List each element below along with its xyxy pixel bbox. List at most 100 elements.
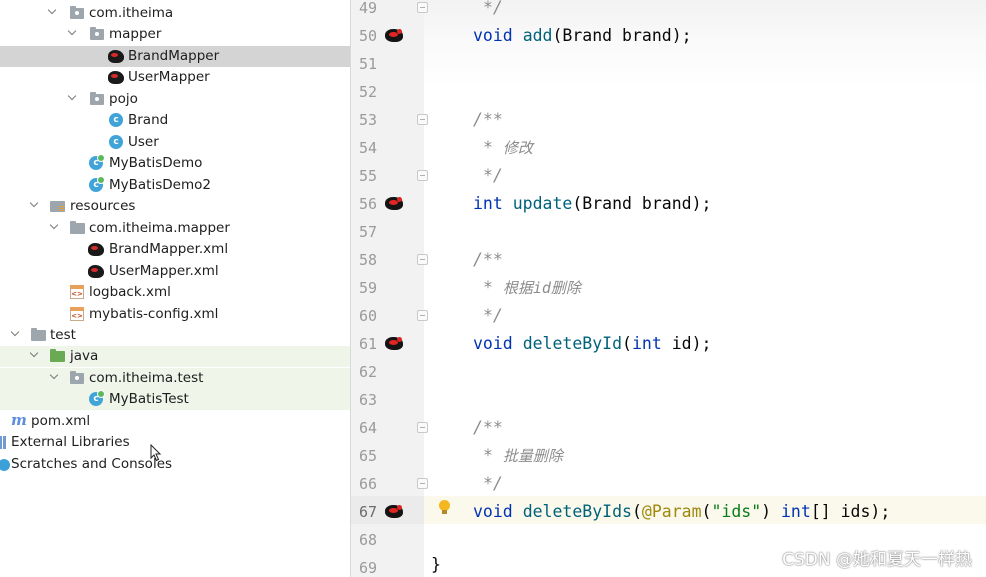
- fold-marker-icon[interactable]: [417, 114, 428, 125]
- lightbulb-icon[interactable]: [439, 500, 450, 515]
- tree-item-mybatisdemo[interactable]: c MyBatisDemo: [0, 153, 350, 174]
- fold-marker-icon[interactable]: [417, 2, 428, 13]
- tree-item-label: Brand: [128, 112, 169, 128]
- tree-item-mybatis-config-xml[interactable]: mybatis-config.xml: [0, 304, 350, 325]
- tree-item-label: MyBatisTest: [109, 391, 189, 407]
- chevron-down-icon[interactable]: [49, 371, 61, 383]
- tree-item-usermapper-xml[interactable]: UserMapper.xml: [0, 261, 350, 282]
- tree-item-pom-xml[interactable]: m pom.xml: [0, 411, 350, 432]
- tree-item-user[interactable]: c User: [0, 132, 350, 153]
- line-number: 49: [358, 0, 377, 17]
- keyword-text: int: [473, 194, 503, 213]
- comment-text: */: [483, 0, 503, 17]
- comment-text: 批量删除: [502, 447, 563, 465]
- fold-marker-icon[interactable]: [417, 422, 428, 433]
- tree-item-resources[interactable]: resources: [0, 196, 350, 217]
- tree-item-mybatisdemo2[interactable]: c MyBatisDemo2: [0, 175, 350, 196]
- comment-text: */: [483, 474, 503, 493]
- code-text: ): [761, 502, 781, 521]
- tree-item-test[interactable]: test: [0, 325, 350, 346]
- code-text: (: [631, 502, 642, 521]
- tree-item-label: BrandMapper.xml: [109, 241, 229, 257]
- package-icon: [70, 371, 84, 384]
- mybatis-navigate-icon[interactable]: [383, 27, 405, 44]
- tree-item-com-itheima-mapper[interactable]: com.itheima.mapper: [0, 218, 350, 239]
- comment-text: */: [483, 166, 503, 185]
- tree-item-java[interactable]: java: [0, 346, 350, 367]
- tree-item-logback-xml[interactable]: logback.xml: [0, 282, 350, 303]
- code-line-54: * 修改: [483, 137, 533, 159]
- runnable-class-icon: c: [89, 176, 105, 192]
- code-line-67: void deleteByIds(@Param("ids") int[] ids…: [473, 501, 890, 523]
- chevron-down-icon[interactable]: [47, 6, 59, 18]
- code-line-56: int update(Brand brand);: [473, 193, 711, 215]
- code-text: id);: [661, 334, 712, 353]
- comment-text: 修改: [502, 139, 533, 157]
- tree-item-label: java: [70, 348, 99, 364]
- mybatis-navigate-icon[interactable]: [383, 195, 405, 212]
- tree-item-label: com.itheima.mapper: [89, 220, 230, 236]
- tree-item-usermapper[interactable]: UserMapper: [0, 67, 350, 88]
- mouse-pointer-icon: [150, 444, 162, 462]
- tree-item-brandmapper-xml[interactable]: BrandMapper.xml: [0, 239, 350, 260]
- mybatis-icon: [88, 243, 104, 256]
- fold-marker-icon[interactable]: [417, 254, 428, 265]
- tree-item-com-itheima[interactable]: com.itheima: [0, 3, 350, 24]
- keyword-text: void: [473, 26, 513, 45]
- code-line-53: /**: [473, 109, 503, 131]
- tree-item-label: External Libraries: [11, 434, 130, 450]
- annotation-text: @Param: [641, 502, 702, 521]
- mybatis-icon: [108, 71, 124, 84]
- chevron-down-icon[interactable]: [67, 27, 79, 39]
- keyword-text: void: [473, 334, 513, 353]
- chevron-down-icon[interactable]: [29, 199, 41, 211]
- line-number: 58: [358, 251, 377, 269]
- comment-text: /**: [473, 110, 503, 129]
- fold-marker-icon[interactable]: [417, 310, 428, 321]
- libraries-icon: [0, 436, 6, 449]
- folder-icon: [31, 328, 46, 341]
- code-line-59: * 根据id删除: [483, 277, 581, 299]
- line-number: 60: [358, 307, 377, 325]
- chevron-down-icon[interactable]: [29, 349, 41, 361]
- code-line-61: void deleteById(int id);: [473, 333, 711, 355]
- tree-item-label: Scratches and Consoles: [11, 456, 173, 472]
- line-number: 53: [358, 111, 377, 129]
- chevron-down-icon[interactable]: [10, 328, 22, 340]
- tree-item-pojo[interactable]: pojo: [0, 89, 350, 110]
- comment-text: *: [483, 446, 493, 465]
- tree-item-label: com.itheima.test: [89, 370, 204, 386]
- tree-item-mybatistest[interactable]: c MyBatisTest: [0, 389, 350, 410]
- line-number: 56: [358, 195, 377, 213]
- closing-brace: }: [431, 555, 441, 574]
- xml-file-icon: [70, 285, 84, 299]
- tree-item-com-itheima-test[interactable]: com.itheima.test: [0, 368, 350, 389]
- line-number: 54: [358, 139, 377, 157]
- tree-item-brand[interactable]: c Brand: [0, 110, 350, 131]
- code-line-69: }: [431, 554, 441, 576]
- tree-item-mapper[interactable]: mapper: [0, 24, 350, 45]
- scratches-icon: [0, 459, 10, 471]
- tree-item-label: pom.xml: [31, 413, 91, 429]
- tree-item-scratches[interactable]: Scratches and Consoles: [0, 454, 350, 475]
- chevron-down-icon[interactable]: [49, 221, 61, 233]
- class-icon: c: [109, 113, 123, 127]
- tree-item-external-libraries[interactable]: External Libraries: [0, 432, 350, 453]
- tree-item-label: mapper: [109, 26, 162, 42]
- code-line-64: /**: [473, 417, 503, 439]
- tree-item-brandmapper[interactable]: BrandMapper: [0, 46, 350, 67]
- tree-item-label: logback.xml: [89, 284, 171, 300]
- code-line-58: /**: [473, 249, 503, 271]
- comment-text: /**: [473, 250, 503, 269]
- chevron-down-icon[interactable]: [67, 92, 79, 104]
- line-number: 52: [358, 83, 377, 101]
- mybatis-navigate-icon[interactable]: [383, 503, 405, 520]
- mybatis-navigate-icon[interactable]: [383, 335, 405, 352]
- fold-marker-icon[interactable]: [417, 478, 428, 489]
- package-icon: [90, 92, 104, 105]
- line-number: 61: [358, 335, 377, 353]
- code-text: (Brand brand);: [552, 26, 692, 45]
- line-number: 65: [358, 447, 377, 465]
- code-line-60: */: [483, 305, 503, 327]
- fold-marker-icon[interactable]: [417, 170, 428, 181]
